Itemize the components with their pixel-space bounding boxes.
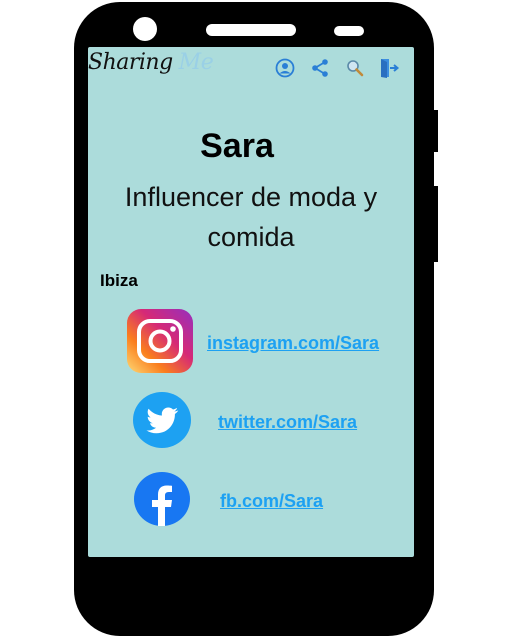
bio-line-1: Influencer de moda y [124, 182, 378, 212]
twitter-icon[interactable] [132, 391, 192, 453]
side-button-volume [432, 186, 438, 262]
social-item-twitter: twitter.com/Sara [132, 391, 357, 453]
instagram-icon[interactable] [125, 309, 193, 377]
social-item-instagram: instagram.com/Sara [125, 309, 379, 377]
brand-part-2: Me [178, 50, 214, 75]
social-item-facebook: fb.com/Sara [133, 471, 323, 531]
sensor [334, 26, 364, 36]
search-icon[interactable] [344, 57, 366, 79]
share-icon[interactable] [309, 57, 331, 79]
profile-location: Ibiza [100, 271, 138, 290]
side-button-power [432, 110, 438, 152]
brand-part-1: Sharing [88, 50, 173, 75]
facebook-icon[interactable] [133, 471, 191, 531]
profile-bio: Influencer de moda y comida [88, 177, 414, 257]
logout-icon[interactable] [378, 57, 400, 79]
bio-line-2: comida [207, 222, 295, 252]
profile-name: Sara [200, 127, 274, 165]
app-screen: Sharing Me Sara Influencer de moda y com… [88, 47, 414, 557]
speaker-grille [206, 24, 296, 36]
facebook-link[interactable]: fb.com/Sara [220, 491, 323, 512]
profile-icon[interactable] [274, 57, 296, 79]
front-camera [133, 17, 157, 41]
twitter-link[interactable]: twitter.com/Sara [218, 412, 357, 433]
instagram-link[interactable]: instagram.com/Sara [207, 333, 379, 354]
app-logo[interactable]: Sharing Me [88, 50, 214, 75]
